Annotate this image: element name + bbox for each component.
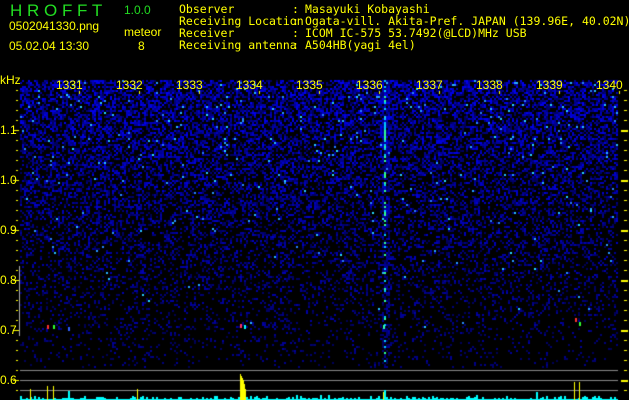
meteor-count: 8 (138, 39, 145, 53)
x-tick-label: 1332 (116, 78, 143, 92)
info-value-antenna: A504HB(yagi 4el) (305, 38, 416, 52)
y-tick-label: 0.9 (0, 223, 17, 237)
app-title: H R O F F T (10, 1, 103, 20)
y-tick-label: 0.7 (0, 323, 17, 337)
app-version: 1.0.0 (124, 3, 151, 17)
x-tick-label: 1335 (296, 78, 323, 92)
meteor-label: meteor (124, 25, 162, 39)
info-separator: : (292, 38, 299, 52)
file-name: 0502041330.png (9, 19, 100, 33)
y-tick-label: 0.8 (0, 273, 17, 287)
x-tick-label: 1338 (476, 78, 503, 92)
hrofft-window: H R O F F T 1.0.0 0502041330.png 05.02.0… (0, 0, 629, 400)
y-tick-label: 1.1 (0, 123, 17, 137)
x-tick-label: 1336 (356, 78, 383, 92)
y-tick-label: 0.6 (0, 373, 17, 387)
x-tick-label: 1334 (236, 78, 263, 92)
x-tick-label: 1337 (416, 78, 443, 92)
x-tick-label: 1333 (176, 78, 203, 92)
info-label-antenna: Receiving antenna (179, 38, 297, 52)
y-axis-unit: kHz (0, 73, 21, 87)
file-datetime: 05.02.04 13:30 (9, 39, 90, 53)
y-tick-label: 1.0 (0, 173, 17, 187)
x-tick-label: 1339 (536, 78, 563, 92)
x-tick-label: 1331 (56, 78, 83, 92)
spectrogram-canvas (0, 0, 629, 400)
x-tick-label: 1340 (596, 78, 623, 92)
